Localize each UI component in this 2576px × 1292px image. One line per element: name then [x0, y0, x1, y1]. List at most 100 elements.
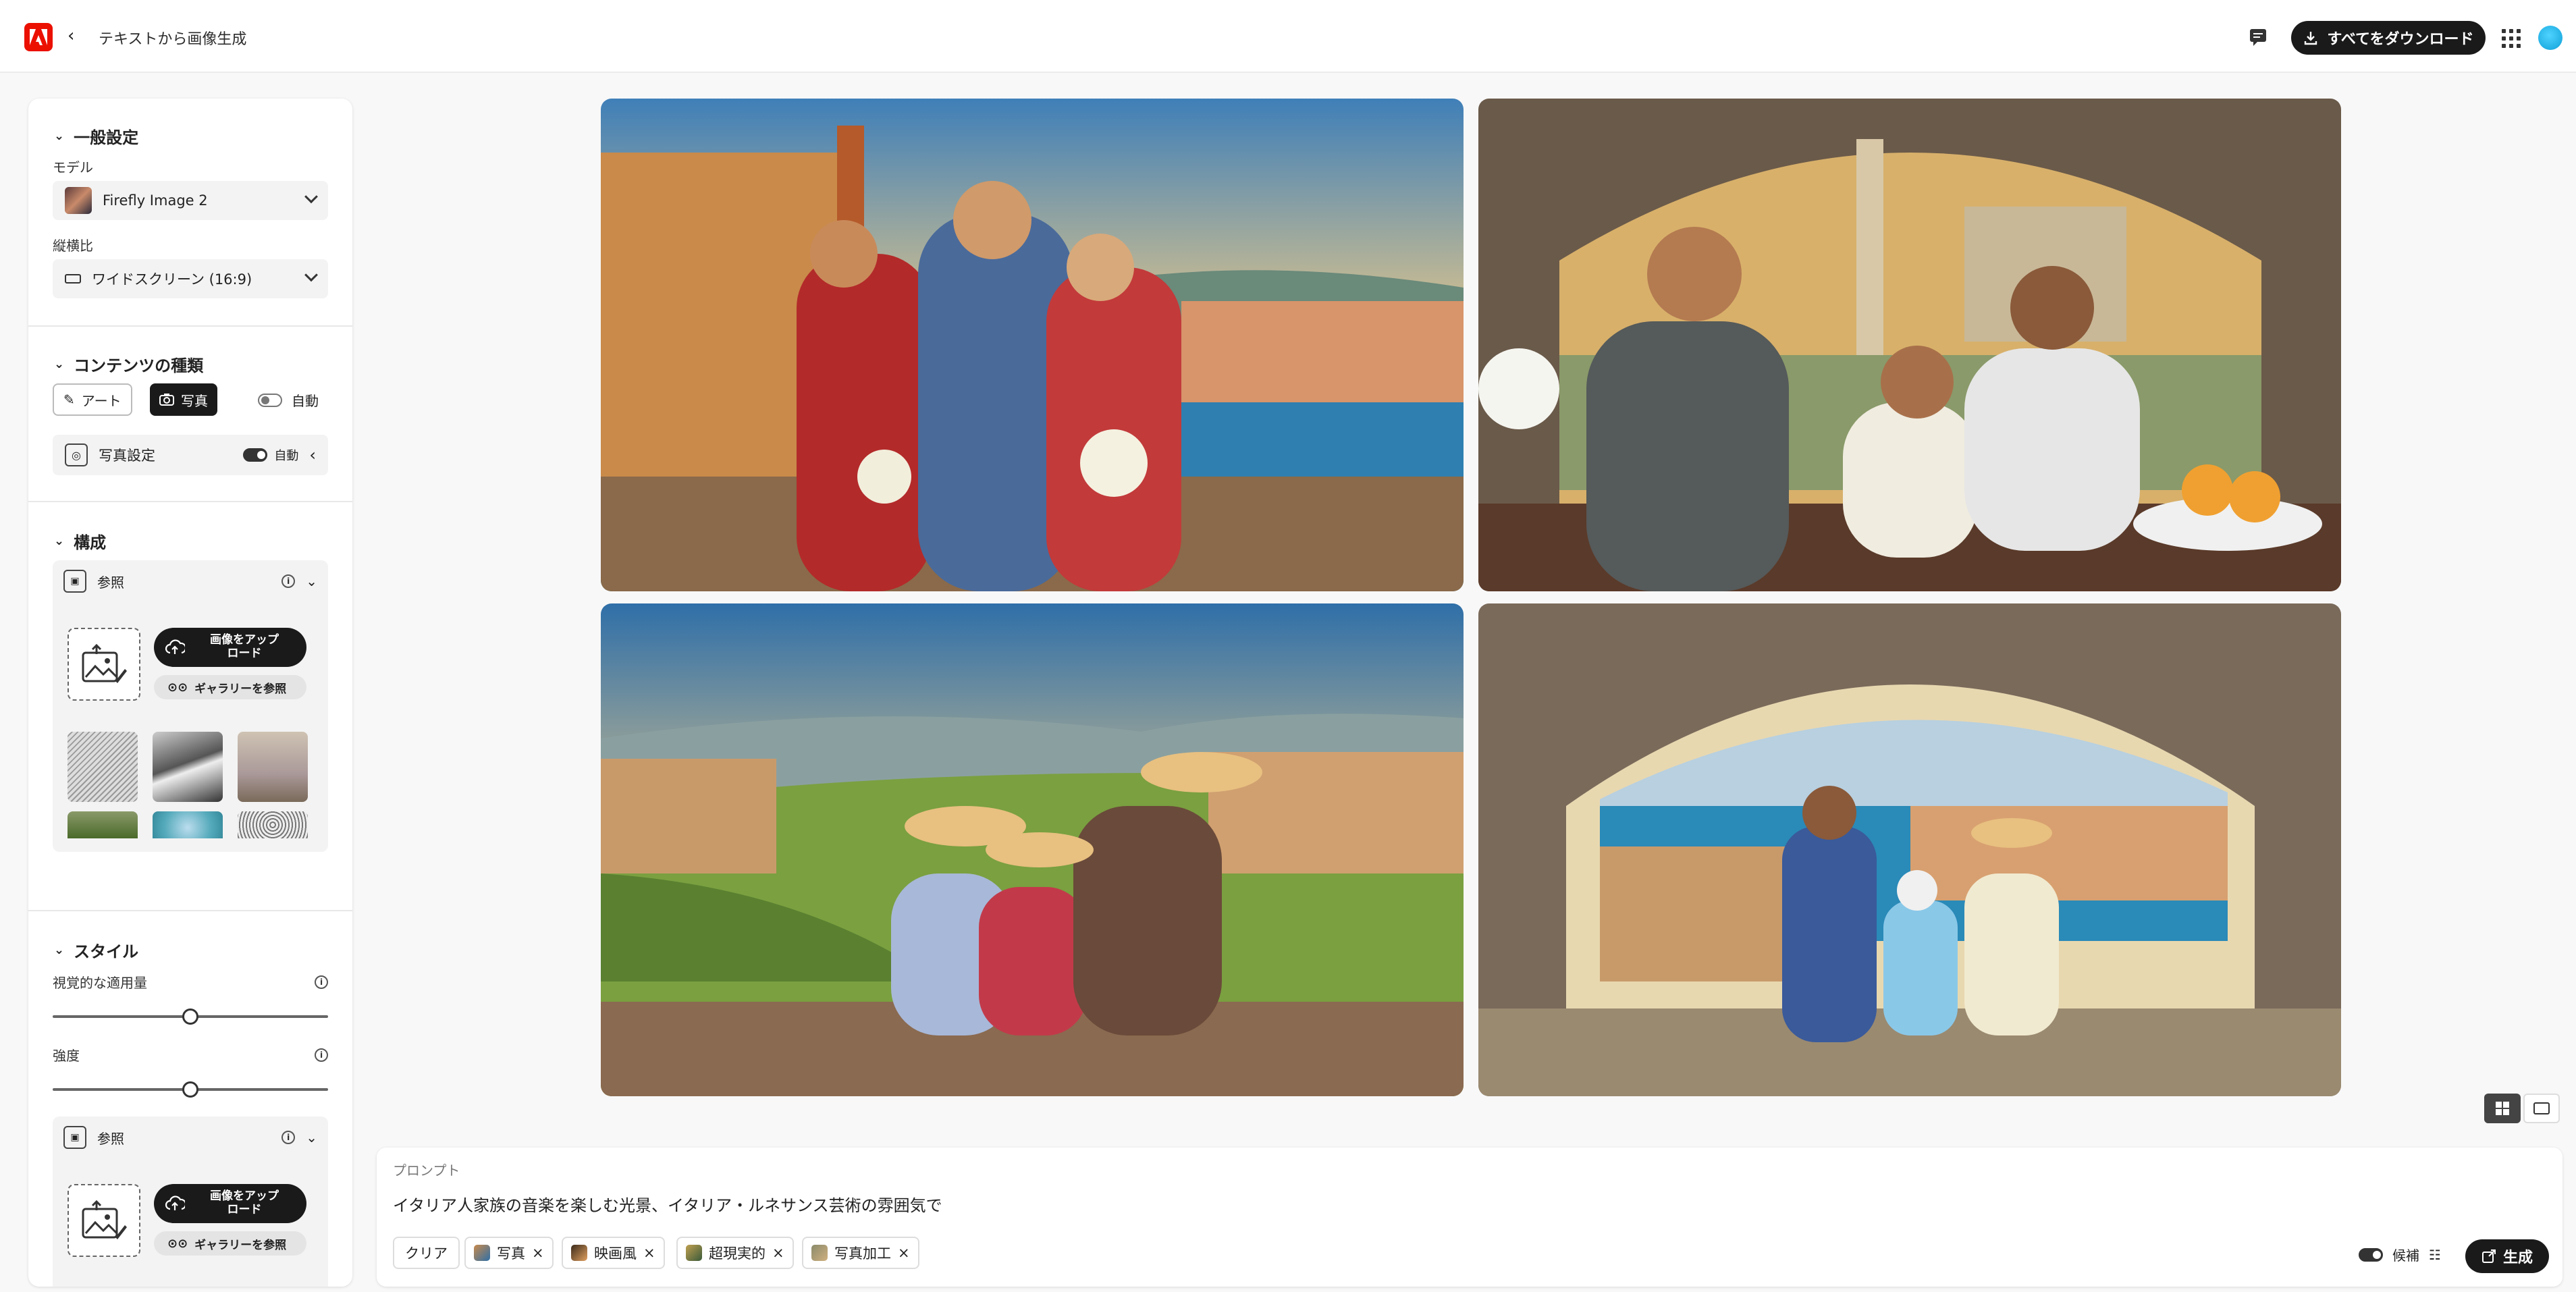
tag-thumbnail: [811, 1245, 828, 1261]
upload-label-line2: ロード: [227, 1203, 262, 1216]
generated-image-2[interactable]: [1478, 99, 2341, 591]
photo-settings-label: 写真設定: [99, 448, 155, 464]
style-tag[interactable]: 写真加工 ×: [802, 1237, 919, 1269]
tag-thumbnail: [571, 1245, 587, 1261]
cloud-upload-icon: [165, 1195, 185, 1210]
generate-button[interactable]: 生成: [2465, 1239, 2549, 1273]
photo-button[interactable]: 写真: [150, 383, 217, 416]
style-tag[interactable]: 写真 ×: [464, 1237, 554, 1269]
slider-handle[interactable]: [182, 1008, 198, 1025]
browse-gallery-label: ギャラリーを参照: [194, 682, 287, 696]
visual-intensity-label: 視覚的な適用量: [53, 975, 147, 991]
feedback-icon[interactable]: [2248, 27, 2268, 47]
composition-thumbnail[interactable]: [68, 811, 138, 838]
strength-row: 強度 i: [53, 1045, 328, 1065]
image-drop-zone[interactable]: [68, 628, 140, 701]
generated-image-3[interactable]: [601, 603, 1464, 1096]
chevron-down-icon[interactable]: ⌄: [306, 573, 317, 589]
binoculars-icon: ⊙⊙: [167, 680, 188, 695]
style-tag[interactable]: 超現実的 ×: [676, 1237, 794, 1269]
strength-label: 強度: [53, 1048, 80, 1064]
info-icon[interactable]: i: [281, 1131, 296, 1144]
composition-thumbnail[interactable]: [238, 732, 308, 802]
reference-label: 参照: [97, 1130, 124, 1147]
apps-grid-icon[interactable]: [2502, 29, 2521, 48]
style-title: スタイル: [74, 942, 139, 961]
image-drop-zone[interactable]: [68, 1184, 140, 1257]
general-settings-title: 一般設定: [74, 128, 139, 147]
composition-thumbnail[interactable]: [238, 811, 308, 838]
auto-toggle[interactable]: [258, 393, 282, 407]
widescreen-icon: [65, 274, 81, 284]
style-tag[interactable]: 映画風 ×: [562, 1237, 665, 1269]
model-thumbnail: [65, 187, 92, 214]
suggest-label: 候補: [2392, 1247, 2419, 1264]
art-label: アート: [81, 392, 122, 409]
reference-icon: ▣: [63, 1126, 86, 1149]
visual-intensity-row: 視覚的な適用量 i: [53, 972, 328, 992]
strength-slider[interactable]: [53, 1081, 328, 1098]
info-icon[interactable]: i: [281, 574, 296, 588]
model-select[interactable]: Firefly Image 2: [53, 181, 328, 220]
info-icon[interactable]: i: [315, 1048, 328, 1062]
photo-settings-row[interactable]: ◎ 写真設定 自動 ‹: [53, 435, 328, 475]
general-settings-header[interactable]: ⌄ 一般設定: [54, 124, 138, 148]
chevron-down-icon: [304, 190, 318, 204]
composition-title: 構成: [74, 533, 107, 552]
chevron-down-icon[interactable]: ⌄: [306, 1129, 317, 1146]
page-title[interactable]: テキストから画像生成: [99, 27, 246, 49]
upload-label-line2: ロード: [227, 647, 262, 660]
photo-label: 写真: [181, 392, 208, 409]
composition-thumbnail[interactable]: [68, 732, 138, 802]
suggestion-list-icon[interactable]: ☷: [2429, 1247, 2441, 1263]
back-chevron-icon[interactable]: ‹: [68, 26, 74, 46]
visual-intensity-slider[interactable]: [53, 1008, 328, 1025]
model-value: Firefly Image 2: [103, 192, 208, 209]
style-header[interactable]: ⌄ スタイル: [54, 938, 138, 962]
adobe-logo-icon[interactable]: [24, 23, 53, 51]
tag-thumbnail: [686, 1245, 702, 1261]
top-bar: ‹ テキストから画像生成 すべてをダウンロード: [0, 0, 2576, 73]
grid-view-button[interactable]: [2484, 1094, 2521, 1123]
view-toggle: [2484, 1094, 2560, 1123]
browse-gallery-button[interactable]: ⊙⊙ ギャラリーを参照: [154, 675, 306, 699]
content-type-title: コンテンツの種類: [74, 356, 204, 375]
art-button[interactable]: ✎ アート: [53, 383, 132, 416]
grid-icon: [2496, 1102, 2509, 1115]
chevron-left-icon[interactable]: ‹: [309, 446, 316, 464]
tag-thumbnail: [474, 1245, 490, 1261]
download-all-button[interactable]: すべてをダウンロード: [2291, 21, 2486, 55]
prompt-label: プロンプト: [393, 1162, 460, 1179]
upload-label-line1: 画像をアップ: [210, 633, 279, 647]
generated-image-4[interactable]: [1478, 603, 2341, 1096]
info-icon[interactable]: i: [315, 975, 328, 989]
photo-auto-toggle[interactable]: [243, 448, 268, 462]
aspect-ratio-select[interactable]: ワイドスクリーン (16:9): [53, 259, 328, 298]
composition-reference-card: ▣ 参照 i ⌄ 画像をアップ ロード ⊙⊙ ギャラリーを参照: [53, 560, 328, 852]
content-type-header[interactable]: ⌄ コンテンツの種類: [54, 352, 203, 376]
close-icon[interactable]: ×: [772, 1245, 784, 1261]
clear-button[interactable]: クリア: [393, 1237, 460, 1269]
generated-image-1[interactable]: [601, 99, 1464, 591]
slider-handle[interactable]: [182, 1081, 198, 1098]
prompt-input[interactable]: イタリア人家族の音楽を楽しむ光景、イタリア・ルネサンス芸術の雰囲気で: [393, 1192, 942, 1216]
image-upload-icon: [82, 1200, 127, 1239]
close-icon[interactable]: ×: [643, 1245, 655, 1261]
composition-thumbnail[interactable]: [153, 732, 223, 802]
auto-label: 自動: [292, 393, 319, 409]
upload-image-button[interactable]: 画像をアップ ロード: [154, 1184, 306, 1223]
avatar[interactable]: [2538, 26, 2562, 50]
tag-label: 写真: [497, 1245, 525, 1262]
suggest-toggle[interactable]: [2359, 1247, 2383, 1262]
divider: [28, 501, 352, 502]
close-icon[interactable]: ×: [532, 1245, 544, 1261]
close-icon[interactable]: ×: [898, 1245, 910, 1261]
browse-gallery-button[interactable]: ⊙⊙ ギャラリーを参照: [154, 1231, 306, 1256]
camera-icon: [159, 394, 174, 406]
composition-header[interactable]: ⌄ 構成: [54, 529, 106, 553]
aspect-ratio-label: 縦横比: [53, 238, 93, 254]
settings-panel: ⌄ 一般設定 モデル Firefly Image 2 縦横比 ワイドスクリーン (…: [28, 99, 352, 1287]
composition-thumbnail[interactable]: [153, 811, 223, 838]
upload-image-button[interactable]: 画像をアップ ロード: [154, 628, 306, 667]
single-view-button[interactable]: [2523, 1094, 2560, 1123]
